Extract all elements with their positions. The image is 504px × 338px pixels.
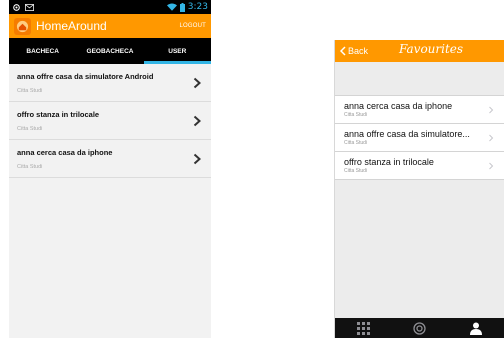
wifi-icon: [166, 3, 177, 11]
target-icon: [413, 321, 426, 335]
list-item-title: anna offre casa da simulatore Android: [17, 71, 154, 81]
list-item-subtitle: Citta Studi: [344, 112, 368, 118]
ios-tab-bar: [335, 318, 504, 338]
list-item-subtitle: Citta Studi: [17, 163, 43, 170]
list-item[interactable]: offro stanza in trilocale Citta Studi: [335, 152, 504, 180]
tabbar-grid-button[interactable]: [352, 320, 374, 336]
tabbar-user-button[interactable]: [465, 320, 487, 336]
status-clock: 3:23: [187, 2, 208, 12]
logout-button[interactable]: LOGOUT: [179, 23, 206, 29]
mail-icon: [25, 3, 34, 11]
tabbar-target-button[interactable]: [408, 320, 430, 336]
chevron-right-icon: [489, 162, 494, 169]
list-item-title: anna cerca casa da iphone: [344, 101, 453, 111]
list-item[interactable]: offro stanza in trilocale Citta Studi: [9, 102, 211, 140]
battery-icon: [179, 2, 185, 12]
grid-icon: [356, 321, 370, 335]
favourites-list: anna cerca casa da iphone Citta Studi an…: [335, 95, 504, 180]
android-tab-bar: BACHECA GEOBACHECA USER: [9, 38, 211, 64]
chevron-right-icon: [193, 153, 201, 164]
list-item-subtitle: Citta Studi: [17, 87, 43, 94]
notification-icon: [13, 3, 20, 11]
android-screen: 3:23 HomeAround LOGOUT BACHECA GEOBACHEC…: [9, 0, 211, 338]
ios-screen: Back Favourites anna cerca casa da iphon…: [334, 40, 504, 338]
page-title: Favourites: [399, 42, 464, 56]
ios-spacer: [335, 62, 504, 95]
tab-user[interactable]: USER: [143, 38, 211, 64]
list-item-subtitle: Citta Studi: [344, 168, 368, 174]
list-item-subtitle: Citta Studi: [17, 125, 43, 132]
chevron-right-icon: [193, 77, 201, 88]
list-item[interactable]: anna cerca casa da iphone Citta Studi: [335, 96, 504, 124]
list-item-title: offro stanza in trilocale: [17, 109, 100, 119]
list-item[interactable]: anna offre casa da simulatore... Citta S…: [335, 124, 504, 152]
android-status-bar: 3:23: [9, 0, 211, 14]
back-button[interactable]: Back: [335, 46, 368, 56]
ios-navigation-bar: Back Favourites: [335, 40, 504, 62]
chevron-right-icon: [489, 106, 494, 113]
list-item-title: offro stanza in trilocale: [344, 157, 434, 167]
android-action-bar: HomeAround LOGOUT: [9, 14, 211, 38]
list-item[interactable]: anna cerca casa da iphone Citta Studi: [9, 140, 211, 178]
android-list: anna offre casa da simulatore Android Ci…: [9, 64, 211, 178]
tab-bacheca[interactable]: BACHECA: [9, 38, 76, 64]
chevron-left-icon: [340, 46, 346, 56]
list-item-subtitle: Citta Studi: [344, 140, 368, 146]
chevron-right-icon: [193, 115, 201, 126]
list-item[interactable]: anna offre casa da simulatore Android Ci…: [9, 64, 211, 102]
app-title: HomeAround: [36, 19, 107, 33]
app-logo-icon: [14, 17, 31, 35]
list-item-title: anna offre casa da simulatore...: [344, 129, 470, 139]
user-icon: [469, 322, 482, 335]
tab-geobacheca[interactable]: GEOBACHECA: [76, 38, 143, 64]
back-button-label: Back: [348, 46, 369, 56]
chevron-right-icon: [489, 134, 494, 141]
list-item-title: anna cerca casa da iphone: [17, 147, 113, 157]
